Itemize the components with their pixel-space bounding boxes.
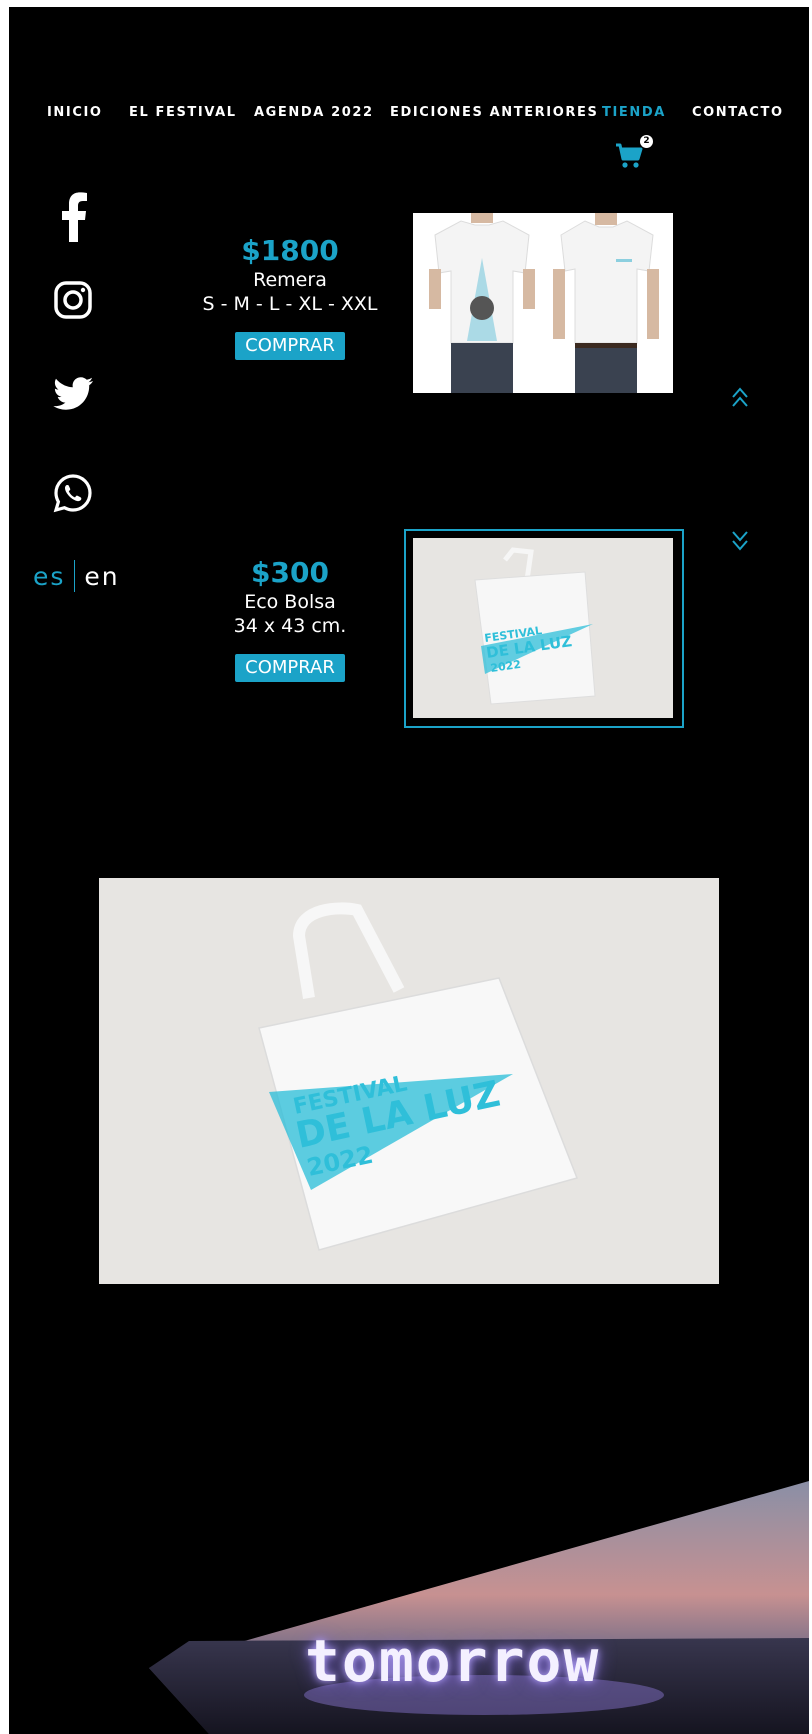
nav-agenda-2022[interactable]: AGENDA 2022 — [254, 105, 374, 120]
tshirt-photo — [413, 213, 673, 393]
product-large-preview: FESTIVAL DE LA LUZ 2022 — [99, 878, 719, 1284]
product-price: $1800 — [241, 234, 339, 267]
product-dimensions: 34 x 43 cm. — [233, 615, 347, 637]
product-image-remera[interactable] — [413, 213, 673, 393]
scroll-up-icon[interactable] — [730, 386, 750, 410]
lang-divider — [74, 560, 76, 592]
cart-count-badge: 2 — [640, 135, 653, 148]
whatsapp-icon — [53, 474, 92, 513]
lang-es[interactable]: es — [33, 562, 65, 591]
lang-en[interactable]: en — [84, 562, 119, 591]
product-sizes: S - M - L - XL - XXL — [202, 293, 378, 315]
twitter-link[interactable] — [53, 377, 97, 421]
product-image-eco-bolsa-selected[interactable]: FESTIVAL DE LA LUZ 2022 — [404, 529, 684, 728]
nav-contacto[interactable]: CONTACTO — [692, 105, 784, 120]
bag-photo: FESTIVAL DE LA LUZ 2022 — [413, 538, 673, 718]
cart-icon — [616, 143, 643, 168]
scroll-down-icon[interactable] — [730, 528, 750, 552]
facebook-link[interactable] — [53, 190, 97, 242]
buy-button[interactable]: COMPRAR — [235, 332, 345, 360]
main-nav: INICIO EL FESTIVAL AGENDA 2022 EDICIONES… — [9, 105, 809, 125]
language-switcher: es en — [33, 560, 120, 592]
product-remera: $1800 Remera S - M - L - XL - XXL COMPRA… — [179, 234, 401, 360]
nav-tienda[interactable]: TIENDA — [602, 105, 666, 120]
cart-button[interactable]: 2 — [614, 135, 654, 171]
instagram-icon — [54, 281, 92, 319]
whatsapp-link[interactable] — [53, 473, 97, 517]
bag-large-photo: FESTIVAL DE LA LUZ 2022 — [99, 878, 719, 1284]
twitter-icon — [53, 377, 93, 410]
product-name: Remera — [253, 269, 327, 291]
banner-neon-text: tomorrow — [305, 1627, 601, 1695]
bag-thumb: FESTIVAL DE LA LUZ 2022 — [413, 538, 673, 718]
product-name: Eco Bolsa — [244, 591, 336, 613]
product-eco-bolsa: $300 Eco Bolsa 34 x 43 cm. COMPRAR — [179, 556, 401, 682]
facebook-icon — [62, 192, 87, 242]
nav-ediciones-anteriores[interactable]: EDICIONES ANTERIORES — [390, 105, 598, 120]
instagram-link[interactable] — [53, 280, 97, 324]
product-price: $300 — [251, 556, 329, 589]
page-frame: INICIO EL FESTIVAL AGENDA 2022 EDICIONES… — [9, 7, 809, 1734]
nav-el-festival[interactable]: EL FESTIVAL — [129, 105, 237, 120]
nav-inicio[interactable]: INICIO — [47, 105, 103, 120]
buy-button[interactable]: COMPRAR — [235, 654, 345, 682]
